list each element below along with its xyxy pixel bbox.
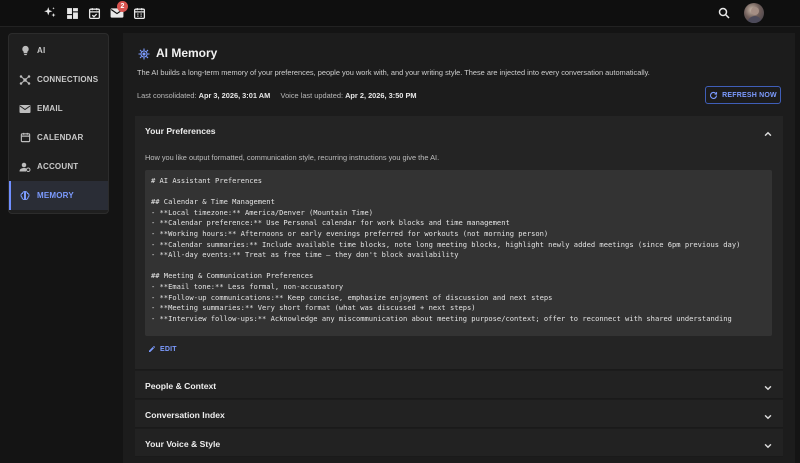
settings-sidebar: AI CONNECTIONS EMAIL CALENDAR ACCOUNT ME…: [8, 33, 109, 214]
pencil-icon: [148, 345, 156, 353]
preferences-section-title[interactable]: Your Preferences: [145, 126, 216, 136]
refresh-now-label: REFRESH NOW: [722, 91, 777, 99]
section-title: Conversation Index: [145, 410, 225, 420]
avatar[interactable]: [744, 3, 764, 23]
chevron-down-icon: [763, 380, 773, 391]
page-header: AI Memory: [138, 46, 217, 60]
sidebar-item-label: AI: [37, 46, 46, 55]
mail-badge: 2: [117, 1, 128, 12]
chevron-down-icon: [763, 409, 773, 420]
refresh-icon: [709, 91, 718, 100]
hub-icon: [19, 74, 31, 86]
page-title: AI Memory: [156, 46, 218, 60]
memory-icon: [19, 190, 31, 202]
memory-timestamps: Last consolidated: Apr 3, 2026, 3:01 AM …: [137, 91, 417, 100]
sidebar-item-memory[interactable]: MEMORY: [9, 181, 108, 210]
search-icon[interactable]: [716, 5, 732, 21]
sidebar-item-label: CALENDAR: [37, 133, 84, 142]
calendar-check-icon[interactable]: [86, 5, 102, 21]
account-icon: [19, 161, 31, 173]
voice-updated-label: Voice last updated:: [280, 91, 344, 100]
sidebar-item-connections[interactable]: CONNECTIONS: [9, 65, 108, 94]
memory-panel: AI Memory The AI builds a long-term memo…: [123, 33, 795, 463]
sidebar-item-label: CONNECTIONS: [37, 75, 99, 84]
preferences-section-subtitle: How you like output formatted, communica…: [145, 153, 440, 162]
mail-icon: [19, 103, 31, 115]
top-bar: 2: [0, 0, 800, 27]
sidebar-item-label: EMAIL: [37, 104, 63, 113]
voice-updated-value: Apr 2, 2026, 3:50 PM: [345, 91, 417, 100]
chevron-up-icon[interactable]: [763, 126, 773, 137]
consolidated-label: Last consolidated:: [137, 91, 197, 100]
preferences-content: # AI Assistant Preferences ## Calendar &…: [145, 170, 772, 336]
conversation-index-section[interactable]: Conversation Index: [135, 400, 783, 428]
refresh-now-button[interactable]: REFRESH NOW: [705, 86, 781, 104]
section-title: People & Context: [145, 381, 217, 391]
page-description: The AI builds a long-term memory of your…: [137, 68, 650, 77]
people-context-section[interactable]: People & Context: [135, 371, 783, 399]
voice-style-section[interactable]: Your Voice & Style: [135, 429, 783, 457]
calendar-grid-icon[interactable]: [131, 5, 147, 21]
edit-label: EDIT: [160, 345, 177, 353]
lightbulb-icon: [19, 45, 31, 57]
section-title: Your Voice & Style: [145, 439, 221, 449]
sidebar-item-account[interactable]: ACCOUNT: [9, 152, 108, 181]
sidebar-item-email[interactable]: EMAIL: [9, 94, 108, 123]
edit-preferences-button[interactable]: EDIT: [148, 345, 177, 353]
consolidated-value: Apr 3, 2026, 3:01 AM: [198, 91, 271, 100]
sidebar-item-label: MEMORY: [37, 191, 74, 200]
preferences-section: Your Preferences How you like output for…: [135, 116, 783, 370]
sparkle-icon[interactable]: [42, 5, 58, 21]
sidebar-item-ai[interactable]: AI: [9, 36, 108, 65]
dashboard-icon[interactable]: [64, 5, 80, 21]
sidebar-item-label: ACCOUNT: [37, 162, 79, 171]
sidebar-item-calendar[interactable]: CALENDAR: [9, 123, 108, 152]
chevron-down-icon: [763, 438, 773, 449]
memory-icon: [138, 47, 150, 60]
calendar-icon: [19, 132, 31, 144]
